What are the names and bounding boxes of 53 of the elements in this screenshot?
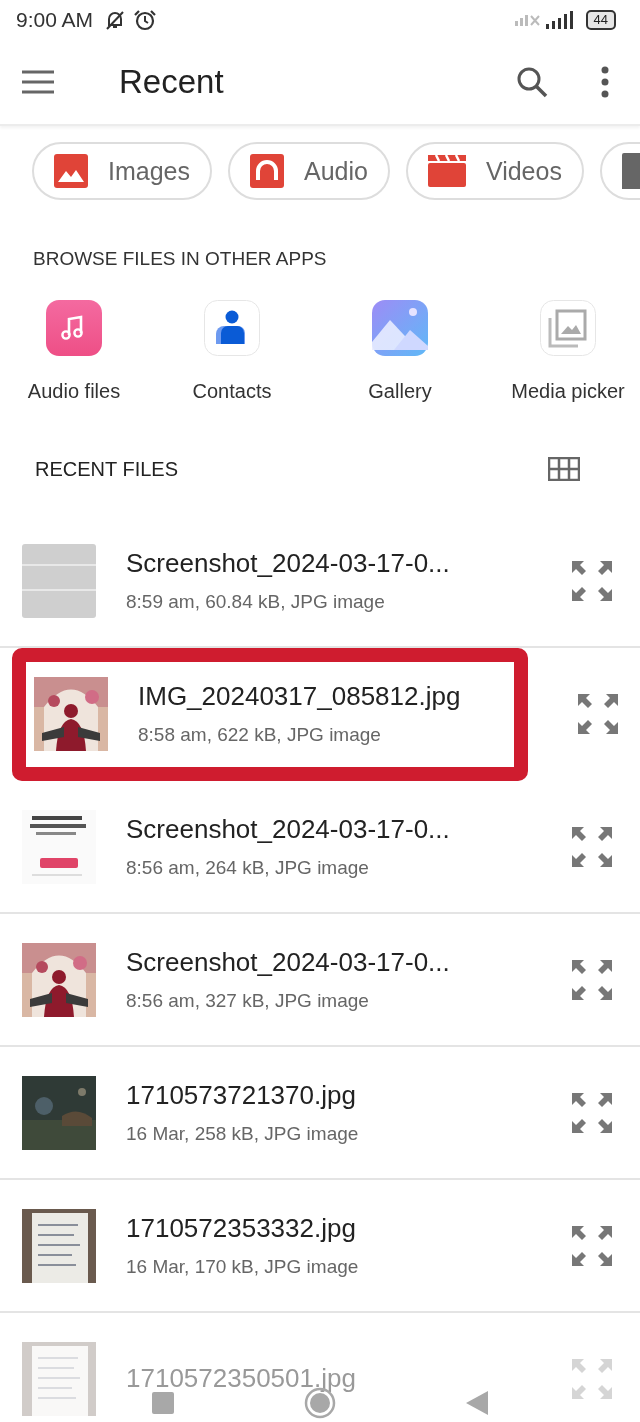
app-label: Contacts <box>192 380 272 403</box>
contacts-app-icon[interactable] <box>204 300 260 356</box>
search-icon[interactable] <box>516 66 548 98</box>
file-row[interactable]: Screenshot_2024-03-17-0... 8:56 am, 327 kB, JPG image <box>0 914 640 1047</box>
file-details: 16 Mar, 170 kB, JPG image <box>126 1256 360 1278</box>
file-details: 8:56 am, 264 kB, JPG image <box>126 857 370 879</box>
file-details: 8:56 am, 327 kB, JPG image <box>126 990 370 1012</box>
app-title: Recent <box>119 63 224 101</box>
expand-icon[interactable] <box>570 1223 614 1268</box>
clapperboard-icon <box>427 155 466 187</box>
file-name: 1710572350501.jpg <box>126 1363 357 1394</box>
back-button[interactable] <box>466 1391 488 1415</box>
section-heading: BROWSE FILES IN OTHER APPS <box>32 247 328 270</box>
more-options-icon[interactable] <box>600 66 610 98</box>
music-app-icon[interactable] <box>46 300 102 356</box>
expand-icon[interactable] <box>570 824 614 869</box>
grid-view-icon[interactable] <box>548 457 580 481</box>
app-label: Media picker <box>511 380 625 403</box>
file-name: Screenshot_2024-03-17-0... <box>126 947 451 978</box>
file-name: IMG_20240317_085812.jpg <box>138 681 462 712</box>
file-row[interactable]: 1710573721370.jpg 16 Mar, 258 kB, JPG image <box>0 1047 640 1180</box>
file-row[interactable]: 1710572353332.jpg 16 Mar, 170 kB, JPG image <box>0 1180 640 1313</box>
file-name: Screenshot_2024-03-17-0... <box>126 814 451 845</box>
file-details: 8:59 am, 60.84 kB, JPG image <box>126 591 386 613</box>
status-time: 9:00 AM <box>16 8 94 32</box>
highlighted-file-row[interactable]: IMG_20240317_085812.jpg 8:58 am, 622 kB, JPG image <box>12 648 528 781</box>
file-name: 1710572353332.jpg <box>126 1213 357 1244</box>
file-name: Screenshot_2024-03-17-0... <box>126 548 451 579</box>
app-label: Gallery <box>368 380 432 403</box>
image-icon <box>54 154 88 188</box>
filter-chip[interactable]: Images <box>32 142 212 200</box>
menu-icon[interactable] <box>21 70 55 94</box>
alarm-icon <box>133 9 158 31</box>
section-heading: RECENT FILES <box>35 457 178 481</box>
file-name: 1710573721370.jpg <box>126 1080 357 1111</box>
file-row[interactable]: Screenshot_2024-03-17-0... 8:59 am, 60.84 kB, JPG image <box>0 515 640 648</box>
signal-off-icon <box>514 14 540 26</box>
photo-stack-icon[interactable] <box>540 300 596 356</box>
expand-icon[interactable] <box>570 558 614 603</box>
thumbnail-placeholder-icon <box>22 543 96 618</box>
expand-icon[interactable] <box>570 957 614 1002</box>
battery-indicator: 44 <box>585 10 616 30</box>
expand-icon[interactable] <box>576 691 620 736</box>
file-details: 16 Mar, 258 kB, JPG image <box>126 1123 360 1145</box>
filter-chip[interactable]: Audio <box>228 142 390 200</box>
signal-icon <box>545 11 574 29</box>
file-details: 8:58 am, 622 kB, JPG image <box>138 724 382 746</box>
gallery-app-icon[interactable] <box>372 300 428 356</box>
file-row[interactable]: Screenshot_2024-03-17-0... 8:56 am, 264 kB, JPG image <box>0 781 640 914</box>
app-label: Audio files <box>27 380 121 403</box>
filter-chip[interactable]: Videos <box>405 142 584 200</box>
expand-icon[interactable] <box>570 1090 614 1135</box>
headphones-icon <box>250 154 284 188</box>
